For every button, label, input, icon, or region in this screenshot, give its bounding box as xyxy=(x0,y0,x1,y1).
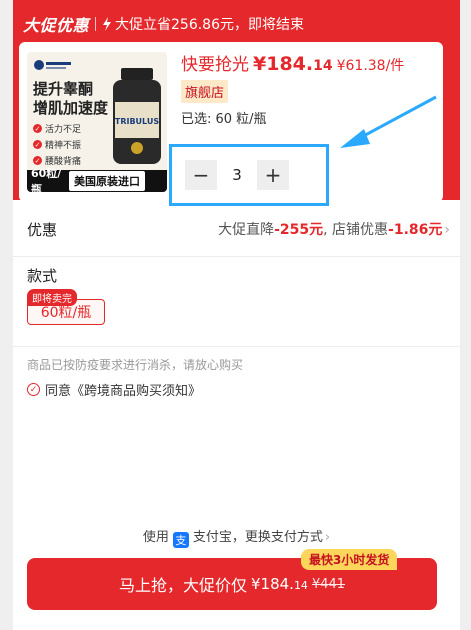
original-price: ¥441 xyxy=(311,576,346,592)
buy-price-main: ¥184. xyxy=(250,575,294,593)
store-discount-amount: -1.86元 xyxy=(388,222,443,238)
check-icon: ✓ xyxy=(33,156,42,165)
purchase-sheet: 大促优惠 大促立省256.86元，即将结束 提升睾酮 增肌加速度 ✓ 活力不足 ✓… xyxy=(13,0,460,630)
promo-discount-amount: -255元 xyxy=(274,222,324,238)
check-circle-icon[interactable]: ✓ xyxy=(27,383,40,396)
alipay-icon: 支 xyxy=(172,532,189,548)
bottle-label: TRIBULUS xyxy=(115,117,159,126)
unit-price: ¥61.38/件 xyxy=(336,58,405,74)
buy-price-decimal: 14 xyxy=(293,579,308,592)
product-count-text: 60粒/瓶 xyxy=(31,167,62,192)
product-image-tag: ✓ 精神不振 xyxy=(33,138,81,151)
price-prefix: 快要抢光 xyxy=(181,55,249,75)
fast-shipping-badge: 最快3小时发货 xyxy=(301,549,398,570)
price-main: ¥184. xyxy=(253,53,314,75)
payment-method-row[interactable]: 使用支支付宝，更换支付方式 › xyxy=(13,526,460,548)
store-discount-prefix: , 店铺优惠 xyxy=(323,222,389,238)
flagship-store-badge: 旗舰店 xyxy=(181,80,229,103)
check-icon: ✓ xyxy=(33,124,42,133)
promo-savings-text: 大促立省256.86元，即将结束 xyxy=(115,17,305,33)
price-decimal: 14 xyxy=(313,58,333,74)
discount-row[interactable]: 优惠 大促直降-255元, 店铺优惠-1.86元 › xyxy=(13,200,460,257)
product-image-footer: 60粒/瓶 美国原装进口 xyxy=(27,167,167,192)
supplement-bottle-icon: TRIBULUS xyxy=(113,68,161,164)
product-image-title-line2: 增肌加速度 xyxy=(33,99,109,117)
annotation-arrow-icon xyxy=(340,95,437,148)
chevron-right-icon: › xyxy=(444,222,450,238)
payment-prefix: 使用 xyxy=(142,530,169,545)
promo-brand: 大促优惠 xyxy=(23,16,90,35)
chevron-right-icon: › xyxy=(324,530,331,545)
discount-prefix: 大促直降 xyxy=(218,222,275,238)
product-image[interactable]: 提升睾酮 增肌加速度 ✓ 活力不足 ✓ 精神不振 ✓ 腰酸背痛 TRIBULUS 60… xyxy=(27,52,167,192)
lightning-icon xyxy=(103,17,112,31)
promo-header: 大促优惠 大促立省256.86元，即将结束 提升睾酮 增肌加速度 ✓ 活力不足 ✓… xyxy=(13,0,460,206)
product-image-tag-label: 活力不足 xyxy=(45,125,82,135)
selected-spec: 已选: 60 粒/瓶 xyxy=(181,112,267,127)
style-label: 款式 xyxy=(27,267,58,285)
made-in-badge: 美国原装进口 xyxy=(69,171,145,191)
product-image-title: 提升睾酮 增肌加速度 xyxy=(33,80,108,118)
buy-button-price: ¥184.14 xyxy=(251,575,308,593)
agreement-text[interactable]: 同意《跨境商品购买须知》 xyxy=(45,380,201,399)
sanitization-notice: 商品已按防疫要求进行消杀，请放心购买 xyxy=(27,358,244,372)
payment-method-text: 支付宝，更换支付方式 xyxy=(192,530,323,545)
product-image-tag: ✓ 活力不足 xyxy=(33,122,81,135)
product-image-tag-label: 精神不振 xyxy=(45,141,82,151)
brand-logo-icon xyxy=(34,60,71,70)
product-image-tags: ✓ 活力不足 ✓ 精神不振 ✓ 腰酸背痛 xyxy=(33,122,81,170)
promo-divider xyxy=(95,17,97,31)
product-image-title-line1: 提升睾酮 xyxy=(33,80,94,98)
promo-banner: 大促优惠 大促立省256.86元，即将结束 xyxy=(23,12,304,36)
discount-label: 优惠 xyxy=(27,221,58,239)
style-section: 款式 60粒/瓶 即将卖完 xyxy=(13,256,460,347)
agreement-row[interactable]: ✓ 同意《跨境商品购买须知》 xyxy=(27,380,201,399)
price-line: 快要抢光 ¥184.14 ¥61.38/件 xyxy=(181,50,404,75)
annotation-highlight-box xyxy=(169,144,329,206)
discount-detail: 大促直降-255元, 店铺优惠-1.86元 › xyxy=(218,219,450,239)
check-icon: ✓ xyxy=(33,140,42,149)
buy-button-label: 马上抢，大促价仅 xyxy=(118,576,247,595)
selling-out-badge: 即将卖完 xyxy=(27,289,77,306)
